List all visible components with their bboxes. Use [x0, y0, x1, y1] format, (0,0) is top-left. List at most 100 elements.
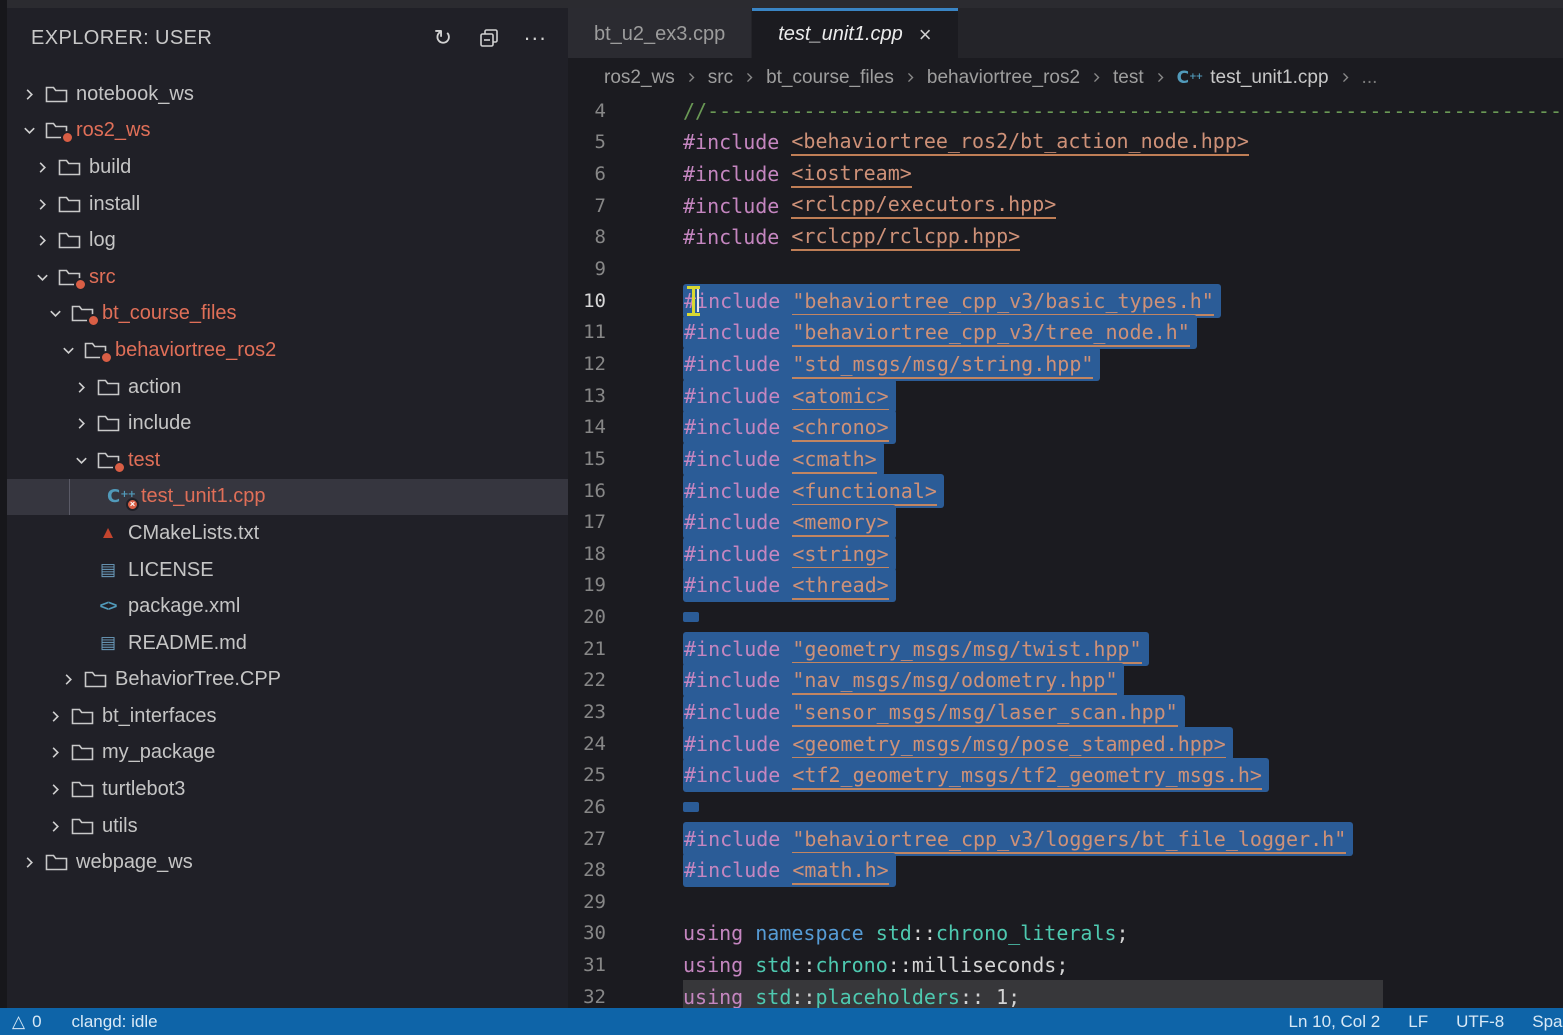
- more-actions-icon[interactable]: ···: [522, 25, 548, 51]
- code-line-30[interactable]: 30using namespace std::chrono_literals;: [568, 918, 1563, 950]
- tree-item-label: src: [89, 266, 116, 289]
- code-line-13[interactable]: 13#include <atomic>: [568, 380, 1563, 412]
- code-line-17[interactable]: 17#include <memory>: [568, 506, 1563, 538]
- code-line-20[interactable]: 20: [568, 601, 1563, 633]
- explorer-header: EXPLORER: USER ↻···: [7, 8, 568, 68]
- chevron-right-icon[interactable]: [30, 160, 54, 175]
- chevron-right-icon[interactable]: [30, 233, 54, 248]
- status-item-Ln 10, Col 2[interactable]: Ln 10, Col 2: [1289, 1012, 1381, 1032]
- chevron-right-icon[interactable]: [69, 416, 93, 431]
- code-line-32[interactable]: 32using std::placeholders::_1;: [568, 981, 1563, 1008]
- modified-badge: [87, 314, 100, 327]
- code-line-10[interactable]: 10#include "behaviortree_cpp_v3/basic_ty…: [568, 285, 1563, 317]
- code-line-16[interactable]: 16#include <functional>: [568, 475, 1563, 507]
- chevron-right-icon[interactable]: [69, 380, 93, 395]
- tree-item-webpage_ws[interactable]: webpage_ws: [7, 844, 568, 881]
- chevron-down-icon[interactable]: [56, 343, 80, 358]
- line-number: 6: [568, 163, 606, 185]
- code-line-19[interactable]: 19#include <thread>: [568, 570, 1563, 602]
- tree-item-package.xml[interactable]: <>package.xml: [7, 588, 568, 625]
- tree-item-my_package[interactable]: my_package: [7, 735, 568, 772]
- code-line-6[interactable]: 6 #include <iostream>: [568, 158, 1563, 190]
- breadcrumb-item-bt_course_files[interactable]: bt_course_files: [766, 67, 894, 89]
- code-line-8[interactable]: 8#include <rclcpp/rclcpp.hpp>: [568, 222, 1563, 254]
- tree-item-turtlebot3[interactable]: turtlebot3: [7, 771, 568, 808]
- status-item-clangd: idle[interactable]: clangd: idle: [72, 1012, 158, 1032]
- chevron-right-icon[interactable]: [17, 855, 41, 870]
- tree-item-log[interactable]: log: [7, 222, 568, 259]
- breadcrumb-item-test_unit1.cpp[interactable]: test_unit1.cpp: [1210, 67, 1328, 89]
- folder-icon: [93, 414, 123, 433]
- refresh-explorer-icon[interactable]: ↻: [430, 25, 456, 51]
- tree-item-notebook_ws[interactable]: notebook_ws: [7, 76, 568, 113]
- code-line-28[interactable]: 28#include <math.h>: [568, 854, 1563, 886]
- code-line-5[interactable]: 5#include <behaviortree_ros2/bt_action_n…: [568, 127, 1563, 159]
- tree-item-behaviortree_ros2[interactable]: behaviortree_ros2: [7, 332, 568, 369]
- code-line-text: #include <iostream>: [683, 161, 912, 188]
- code-line-31[interactable]: 31using std::chrono::milliseconds;: [568, 949, 1563, 981]
- tree-item-install[interactable]: install: [7, 186, 568, 223]
- close-tab-icon[interactable]: ×: [919, 25, 932, 45]
- chevron-right-icon[interactable]: [56, 672, 80, 687]
- chevron-down-icon[interactable]: [43, 306, 67, 321]
- breadcrumb[interactable]: ros2_ws src bt_course_files behaviortree_ro…: [568, 60, 1563, 95]
- chevron-right-icon[interactable]: [30, 197, 54, 212]
- breadcrumb-item-behaviortree_ros2[interactable]: behaviortree_ros2: [927, 67, 1080, 89]
- chevron-right-icon[interactable]: [17, 87, 41, 102]
- breadcrumb-item-src[interactable]: src: [708, 67, 733, 89]
- tree-item-src[interactable]: src: [7, 259, 568, 296]
- tree-item-bt_interfaces[interactable]: bt_interfaces: [7, 698, 568, 735]
- tree-item-label: utils: [102, 815, 138, 838]
- code-line-9[interactable]: 9: [568, 253, 1563, 285]
- tree-item-CMakeLists.txt[interactable]: ▲CMakeLists.txt: [7, 515, 568, 552]
- tree-item-ros2_ws[interactable]: ros2_ws: [7, 113, 568, 150]
- tree-item-include[interactable]: include: [7, 405, 568, 442]
- status-item-Spac[interactable]: Spac: [1532, 1012, 1563, 1032]
- breadcrumb-item-test[interactable]: test: [1113, 67, 1144, 89]
- status-item-LF[interactable]: LF: [1408, 1012, 1428, 1032]
- code-line-26[interactable]: 26: [568, 791, 1563, 823]
- tree-item-test[interactable]: test: [7, 442, 568, 479]
- breadcrumb-item-ros2_ws[interactable]: ros2_ws: [604, 67, 675, 89]
- tab-bt_u2_ex3.cpp[interactable]: bt_u2_ex3.cpp: [568, 8, 751, 58]
- chevron-down-icon[interactable]: [69, 453, 93, 468]
- tab-label: test_unit1.cpp: [778, 23, 903, 46]
- chevron-down-icon[interactable]: [17, 123, 41, 138]
- code-line-27[interactable]: 27#include "behaviortree_cpp_v3/loggers/…: [568, 823, 1563, 855]
- breadcrumb-separator-icon: [1090, 71, 1103, 84]
- code-line-18[interactable]: 18#include <string>: [568, 538, 1563, 570]
- code-line-21[interactable]: 21#include "geometry_msgs/msg/twist.hpp": [568, 633, 1563, 665]
- code-line-12[interactable]: 12#include "std_msgs/msg/string.hpp": [568, 348, 1563, 380]
- tree-item-LICENSE[interactable]: ▤LICENSE: [7, 552, 568, 589]
- code-line-14[interactable]: 14#include <chrono>: [568, 411, 1563, 443]
- chevron-right-icon[interactable]: [43, 819, 67, 834]
- tree-item-BehaviorTree.CPP[interactable]: BehaviorTree.CPP: [7, 662, 568, 699]
- tree-item-action[interactable]: action: [7, 369, 568, 406]
- code-editor[interactable]: 4//-------------------------------------…: [568, 95, 1563, 1008]
- chevron-down-icon[interactable]: [30, 270, 54, 285]
- tree-item-test_unit1.cpp[interactable]: C++×test_unit1.cpp: [7, 479, 568, 516]
- breadcrumb-item-...[interactable]: ...: [1362, 67, 1378, 89]
- chevron-right-icon[interactable]: [43, 782, 67, 797]
- code-line-7[interactable]: 7#include <rclcpp/executors.hpp>: [568, 190, 1563, 222]
- status-item-UTF-8[interactable]: UTF-8: [1456, 1012, 1504, 1032]
- code-line-22[interactable]: 22#include "nav_msgs/msg/odometry.hpp": [568, 665, 1563, 697]
- code-line-text: #include "std_msgs/msg/string.hpp": [683, 347, 1100, 381]
- tree-item-build[interactable]: build: [7, 149, 568, 186]
- chevron-right-icon[interactable]: [43, 745, 67, 760]
- chevron-right-icon[interactable]: [43, 709, 67, 724]
- tab-test_unit1.cpp[interactable]: test_unit1.cpp ×: [752, 8, 957, 58]
- problems-indicator[interactable]: △0: [12, 1012, 42, 1032]
- code-line-11[interactable]: 11#include "behaviortree_cpp_v3/tree_nod…: [568, 316, 1563, 348]
- code-line-23[interactable]: 23#include "sensor_msgs/msg/laser_scan.h…: [568, 696, 1563, 728]
- tree-item-bt_course_files[interactable]: bt_course_files: [7, 296, 568, 333]
- code-line-4[interactable]: 4//-------------------------------------…: [568, 95, 1563, 127]
- tree-item-utils[interactable]: utils: [7, 808, 568, 845]
- code-line-24[interactable]: 24#include <geometry_msgs/msg/pose_stamp…: [568, 728, 1563, 760]
- code-line-15[interactable]: 15#include <cmath>: [568, 443, 1563, 475]
- collapse-folders-icon[interactable]: [476, 25, 502, 51]
- modified-badge: [113, 461, 126, 474]
- code-line-25[interactable]: 25#include <tf2_geometry_msgs/tf2_geomet…: [568, 759, 1563, 791]
- code-line-29[interactable]: 29: [568, 886, 1563, 918]
- tree-item-README.md[interactable]: ▤README.md: [7, 625, 568, 662]
